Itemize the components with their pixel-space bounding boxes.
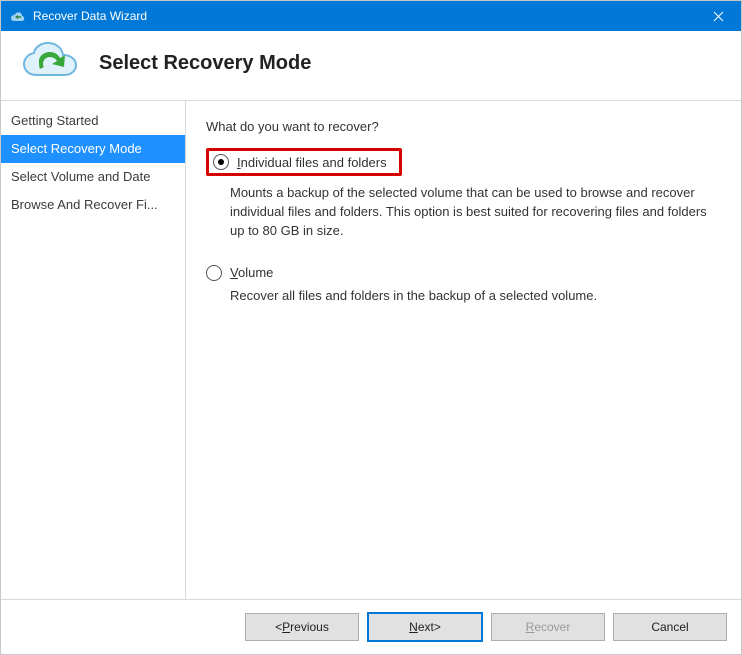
step-select-recovery-mode[interactable]: Select Recovery Mode (1, 135, 185, 163)
page-title: Select Recovery Mode (99, 52, 311, 75)
radio-volume[interactable] (206, 265, 222, 281)
cancel-button[interactable]: Cancel (613, 613, 727, 641)
radio-individual-files[interactable] (213, 154, 229, 170)
step-browse-and-recover-files[interactable]: Browse And Recover Fi... (1, 191, 185, 219)
wizard-footer: < Previous Next > Recover Cancel (1, 599, 741, 654)
recovery-prompt: What do you want to recover? (206, 119, 721, 134)
step-getting-started[interactable]: Getting Started (1, 107, 185, 135)
app-icon (9, 8, 25, 24)
recover-data-wizard-window: Recover Data Wizard Select Recovery Mode… (0, 0, 742, 655)
option-volume-label: Volume (230, 265, 273, 280)
step-select-volume-and-date[interactable]: Select Volume and Date (1, 163, 185, 191)
wizard-steps-sidebar: Getting Started Select Recovery Mode Sel… (1, 101, 186, 599)
wizard-content: What do you want to recover? Individual … (186, 101, 741, 599)
cloud-recover-icon (21, 41, 81, 86)
wizard-body: Getting Started Select Recovery Mode Sel… (1, 101, 741, 599)
option-volume[interactable]: Volume (206, 265, 721, 281)
option-individual-files[interactable]: Individual files and folders (213, 154, 387, 170)
option-individual-files-description: Mounts a backup of the selected volume t… (230, 184, 721, 241)
titlebar: Recover Data Wizard (1, 1, 741, 31)
option-volume-description: Recover all files and folders in the bac… (230, 287, 721, 306)
option-individual-files-highlight: Individual files and folders (206, 148, 402, 176)
wizard-header: Select Recovery Mode (1, 31, 741, 101)
previous-button[interactable]: < Previous (245, 613, 359, 641)
recover-button: Recover (491, 613, 605, 641)
close-button[interactable] (695, 1, 741, 31)
option-individual-files-label: Individual files and folders (237, 155, 387, 170)
window-title: Recover Data Wizard (33, 9, 147, 23)
next-button[interactable]: Next > (367, 612, 483, 642)
